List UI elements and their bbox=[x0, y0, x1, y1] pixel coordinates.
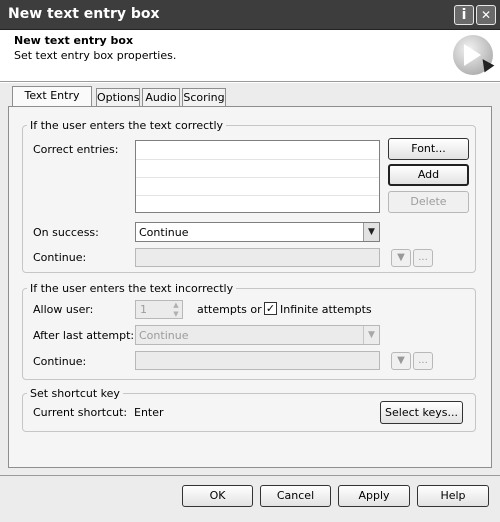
tab-text-entry-box[interactable]: Text Entry Box bbox=[12, 86, 92, 120]
after-last-attempt-value: Continue bbox=[139, 329, 189, 342]
continue-incorrect-label: Continue: bbox=[33, 355, 87, 368]
correct-group-legend: If the user enters the text correctly bbox=[27, 119, 227, 132]
on-success-value: Continue bbox=[139, 226, 189, 239]
header-subtitle: Set text entry box properties. bbox=[14, 49, 177, 62]
on-success-label: On success: bbox=[33, 226, 99, 239]
after-last-attempt-label: After last attempt: bbox=[33, 329, 135, 342]
chevron-down-icon[interactable]: ▼ bbox=[363, 223, 379, 241]
attempts-stepper: 1 ▲ ▼ bbox=[135, 300, 183, 319]
after-last-attempt-select: Continue ▼ bbox=[135, 325, 380, 345]
correct-entries-list[interactable] bbox=[135, 140, 380, 213]
on-success-select[interactable]: Continue ▼ bbox=[135, 222, 380, 242]
incorrect-group-legend: If the user enters the text incorrectly bbox=[27, 282, 237, 295]
close-icon[interactable]: ✕ bbox=[476, 5, 496, 25]
shortcut-group-legend: Set shortcut key bbox=[27, 387, 123, 400]
footer-divider bbox=[0, 475, 500, 476]
continue-target-field bbox=[135, 248, 380, 267]
correct-entries-label: Correct entries: bbox=[33, 143, 119, 156]
continue-dropdown-icon[interactable]: ▼ bbox=[391, 249, 411, 267]
info-icon[interactable]: i bbox=[454, 5, 474, 25]
add-button[interactable]: Add bbox=[388, 164, 469, 186]
continue-browse-button[interactable]: ... bbox=[413, 249, 433, 267]
current-shortcut-value: Enter bbox=[134, 406, 164, 419]
current-shortcut-label: Current shortcut: bbox=[33, 406, 128, 419]
allow-user-label: Allow user: bbox=[33, 303, 94, 316]
infinite-attempts-label: Infinite attempts bbox=[280, 303, 372, 316]
stepper-up-icon: ▲ bbox=[173, 301, 179, 309]
continue-incorrect-browse-button[interactable]: ... bbox=[413, 352, 433, 370]
cancel-button[interactable]: Cancel bbox=[260, 485, 331, 507]
tab-options[interactable]: Options bbox=[96, 88, 140, 107]
help-button[interactable]: Help bbox=[417, 485, 489, 507]
chevron-down-icon: ▼ bbox=[363, 326, 379, 344]
apply-button[interactable]: Apply bbox=[338, 485, 410, 507]
infinite-attempts-checkbox[interactable]: ✓ bbox=[264, 302, 277, 315]
tab-scoring[interactable]: Scoring bbox=[182, 88, 226, 107]
window-title: New text entry box bbox=[8, 6, 160, 22]
tab-audio[interactable]: Audio bbox=[142, 88, 180, 107]
attempts-or-label: attempts or bbox=[197, 303, 262, 316]
stepper-down-icon: ▼ bbox=[173, 310, 179, 318]
attempts-value: 1 bbox=[140, 303, 147, 316]
continue-incorrect-dropdown-icon[interactable]: ▼ bbox=[391, 352, 411, 370]
font-button[interactable]: Font... bbox=[388, 138, 469, 160]
ok-button[interactable]: OK bbox=[182, 485, 253, 507]
continue-label: Continue: bbox=[33, 251, 87, 264]
select-keys-button[interactable]: Select keys... bbox=[380, 401, 463, 424]
header-title: New text entry box bbox=[14, 34, 134, 47]
delete-button[interactable]: Delete bbox=[388, 191, 469, 213]
continue-incorrect-field bbox=[135, 351, 380, 370]
